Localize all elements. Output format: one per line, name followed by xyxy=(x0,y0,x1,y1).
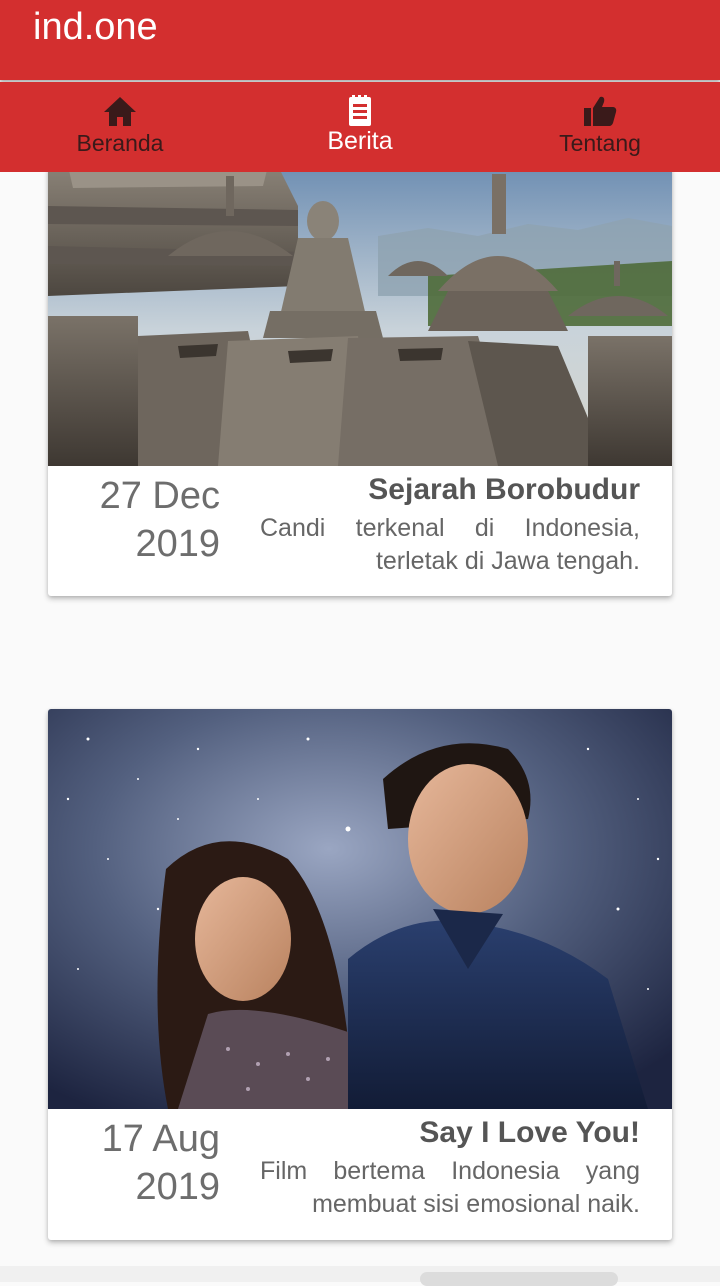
tab-beranda[interactable]: Beranda xyxy=(0,82,240,172)
tab-label-tentang: Tentang xyxy=(559,130,641,156)
borobudur-temple-photo xyxy=(48,172,672,466)
gesture-handle[interactable] xyxy=(420,1272,618,1286)
news-description: Film bertema Indonesia yang membuat sisi… xyxy=(260,1157,640,1218)
news-list[interactable]: 27 Dec 2019 Sejarah Borobudur Candi terk… xyxy=(0,172,720,1266)
tab-label-berita: Berita xyxy=(327,127,393,155)
thumbs-up-icon xyxy=(583,94,617,128)
app-bar: ind.one xyxy=(0,0,720,80)
news-card[interactable]: 17 Aug 2019 Say I Love You! Film bertema… xyxy=(48,709,672,1240)
tab-berita[interactable]: Berita xyxy=(240,82,480,172)
home-icon xyxy=(103,94,137,128)
tab-bar: Beranda Berita Tentang xyxy=(0,82,720,172)
news-card-body: 17 Aug 2019 Say I Love You! Film bertema… xyxy=(48,1109,672,1239)
news-card-body: 27 Dec 2019 Sejarah Borobudur Candi terk… xyxy=(48,466,672,596)
app-title: ind.one xyxy=(33,6,158,48)
news-card[interactable]: 27 Dec 2019 Sejarah Borobudur Candi terk… xyxy=(48,172,672,596)
news-icon xyxy=(347,94,373,128)
news-date: 17 Aug 2019 xyxy=(101,1118,220,1208)
tab-tentang[interactable]: Tentang xyxy=(480,82,720,172)
news-date: 27 Dec 2019 xyxy=(99,475,220,565)
news-description: Candi terkenal di Indonesia, terletak di… xyxy=(260,514,640,575)
say-i-love-you-movie-poster xyxy=(48,709,672,1109)
tab-label-beranda: Beranda xyxy=(76,130,164,156)
news-title: Say I Love You! xyxy=(419,1116,640,1149)
news-title: Sejarah Borobudur xyxy=(368,473,640,506)
